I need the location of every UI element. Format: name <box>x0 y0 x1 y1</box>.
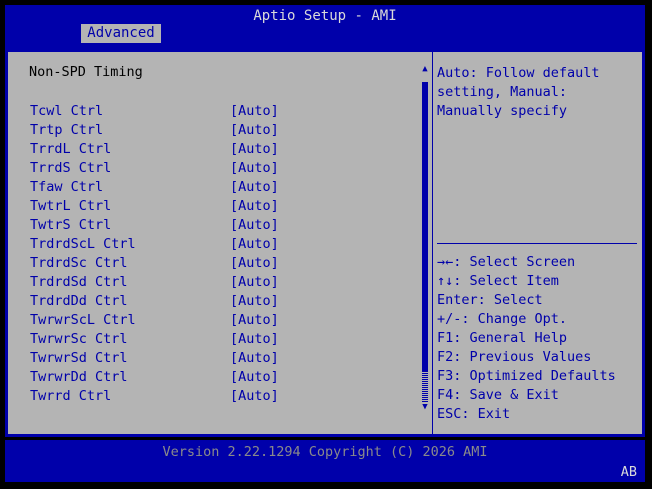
setting-label: TwrwrScL Ctrl <box>30 312 136 328</box>
setting-row-twrwrsc[interactable]: TwrwrSc Ctrl [Auto] <box>8 330 428 349</box>
setting-value[interactable]: [Auto] <box>230 292 279 311</box>
setting-value[interactable]: [Auto] <box>230 121 279 140</box>
setting-value[interactable]: [Auto] <box>230 254 279 273</box>
setting-row-trtp[interactable]: Trtp Ctrl [Auto] <box>8 121 428 140</box>
setting-value[interactable]: [Auto] <box>230 235 279 254</box>
key-previous-values: F2: Previous Values <box>437 349 592 365</box>
setting-label: Tfaw Ctrl <box>30 179 104 195</box>
setting-row-twrwrsd[interactable]: TwrwrSd Ctrl [Auto] <box>8 349 428 368</box>
scrollbar[interactable]: ▲ ▼ <box>421 64 429 412</box>
help-description: Auto: Follow default setting, Manual: Ma… <box>437 65 600 119</box>
setting-row-twtrs[interactable]: TwtrS Ctrl [Auto] <box>8 216 428 235</box>
setting-row-trdrdsd[interactable]: TrdrdSd Ctrl [Auto] <box>8 273 428 292</box>
setting-row-trdrdscl[interactable]: TrdrdScL Ctrl [Auto] <box>8 235 428 254</box>
section-title: Non-SPD Timing <box>29 64 143 80</box>
setting-label: TrrdL Ctrl <box>30 141 112 157</box>
setting-label: TwrwrDd Ctrl <box>30 369 128 385</box>
app-title: Aptio Setup - AMI <box>253 8 397 24</box>
header-bar: Aptio Setup - AMI Advanced <box>5 5 645 43</box>
scroll-track[interactable] <box>422 372 428 402</box>
setting-label: TrdrdSc Ctrl <box>30 255 128 271</box>
setting-label: TrrdS Ctrl <box>30 160 112 176</box>
setting-value[interactable]: [Auto] <box>230 102 279 121</box>
setting-row-tcwl[interactable]: Tcwl Ctrl [Auto] <box>8 102 428 121</box>
setting-label: TwtrS Ctrl <box>30 217 112 233</box>
setting-row-trrds[interactable]: TrrdS Ctrl [Auto] <box>8 159 428 178</box>
setting-value[interactable]: [Auto] <box>230 140 279 159</box>
tab-advanced[interactable]: Advanced <box>81 24 161 43</box>
scroll-thumb[interactable] <box>422 82 428 372</box>
setting-label: TrdrdSd Ctrl <box>30 274 128 290</box>
setting-value[interactable]: [Auto] <box>230 387 279 406</box>
scroll-down-arrow-icon[interactable]: ▼ <box>421 402 429 412</box>
setting-value[interactable]: [Auto] <box>230 178 279 197</box>
key-select-screen: →←: Select Screen <box>437 254 576 270</box>
setting-value[interactable]: [Auto] <box>230 330 279 349</box>
key-exit: ESC: Exit <box>437 406 511 422</box>
help-divider <box>437 243 637 244</box>
setting-row-trrdl[interactable]: TrrdL Ctrl [Auto] <box>8 140 428 159</box>
settings-panel: Non-SPD Timing Tcwl Ctrl [Auto] Trtp Ctr… <box>8 52 642 434</box>
setting-label: TwrwrSc Ctrl <box>30 331 128 347</box>
key-save-exit: F4: Save & Exit <box>437 387 559 403</box>
key-enter-select: Enter: Select <box>437 292 543 308</box>
setting-row-twrrd[interactable]: Twrrd Ctrl [Auto] <box>8 387 428 406</box>
footer-bar: Version 2.22.1294 Copyright (C) 2026 AMI… <box>5 440 645 482</box>
setting-label: TrdrdDd Ctrl <box>30 293 128 309</box>
setting-value[interactable]: [Auto] <box>230 197 279 216</box>
setting-row-trdrdsc[interactable]: TrdrdSc Ctrl [Auto] <box>8 254 428 273</box>
setting-value[interactable]: [Auto] <box>230 311 279 330</box>
setting-value[interactable]: [Auto] <box>230 368 279 387</box>
setting-label: TrdrdScL Ctrl <box>30 236 136 252</box>
version-text: Version 2.22.1294 Copyright (C) 2026 AMI <box>162 444 488 460</box>
setting-row-twrwrdd[interactable]: TwrwrDd Ctrl [Auto] <box>8 368 428 387</box>
scroll-up-arrow-icon[interactable]: ▲ <box>421 64 429 74</box>
main-area: Non-SPD Timing Tcwl Ctrl [Auto] Trtp Ctr… <box>5 43 645 437</box>
key-optimized-defaults: F3: Optimized Defaults <box>437 368 616 384</box>
key-select-item: ↑↓: Select Item <box>437 273 559 289</box>
setting-value[interactable]: [Auto] <box>230 159 279 178</box>
panel-divider <box>432 52 433 434</box>
footer-badge: AB <box>620 464 637 480</box>
setting-label: Tcwl Ctrl <box>30 103 104 119</box>
setting-label: Twrrd Ctrl <box>30 388 112 404</box>
setting-value[interactable]: [Auto] <box>230 273 279 292</box>
setting-row-twtrl[interactable]: TwtrL Ctrl [Auto] <box>8 197 428 216</box>
setting-value[interactable]: [Auto] <box>230 349 279 368</box>
setting-row-twrwrscl[interactable]: TwrwrScL Ctrl [Auto] <box>8 311 428 330</box>
setting-label: TwrwrSd Ctrl <box>30 350 128 366</box>
setting-label: TwtrL Ctrl <box>30 198 112 214</box>
setting-row-tfaw[interactable]: Tfaw Ctrl [Auto] <box>8 178 428 197</box>
setting-label: Trtp Ctrl <box>30 122 104 138</box>
setting-value[interactable]: [Auto] <box>230 216 279 235</box>
key-change-opt: +/-: Change Opt. <box>437 311 568 327</box>
key-general-help: F1: General Help <box>437 330 568 346</box>
setting-row-trdrddd[interactable]: TrdrdDd Ctrl [Auto] <box>8 292 428 311</box>
key-legend: →←: Select Screen ↑↓: Select Item Enter:… <box>437 253 642 424</box>
